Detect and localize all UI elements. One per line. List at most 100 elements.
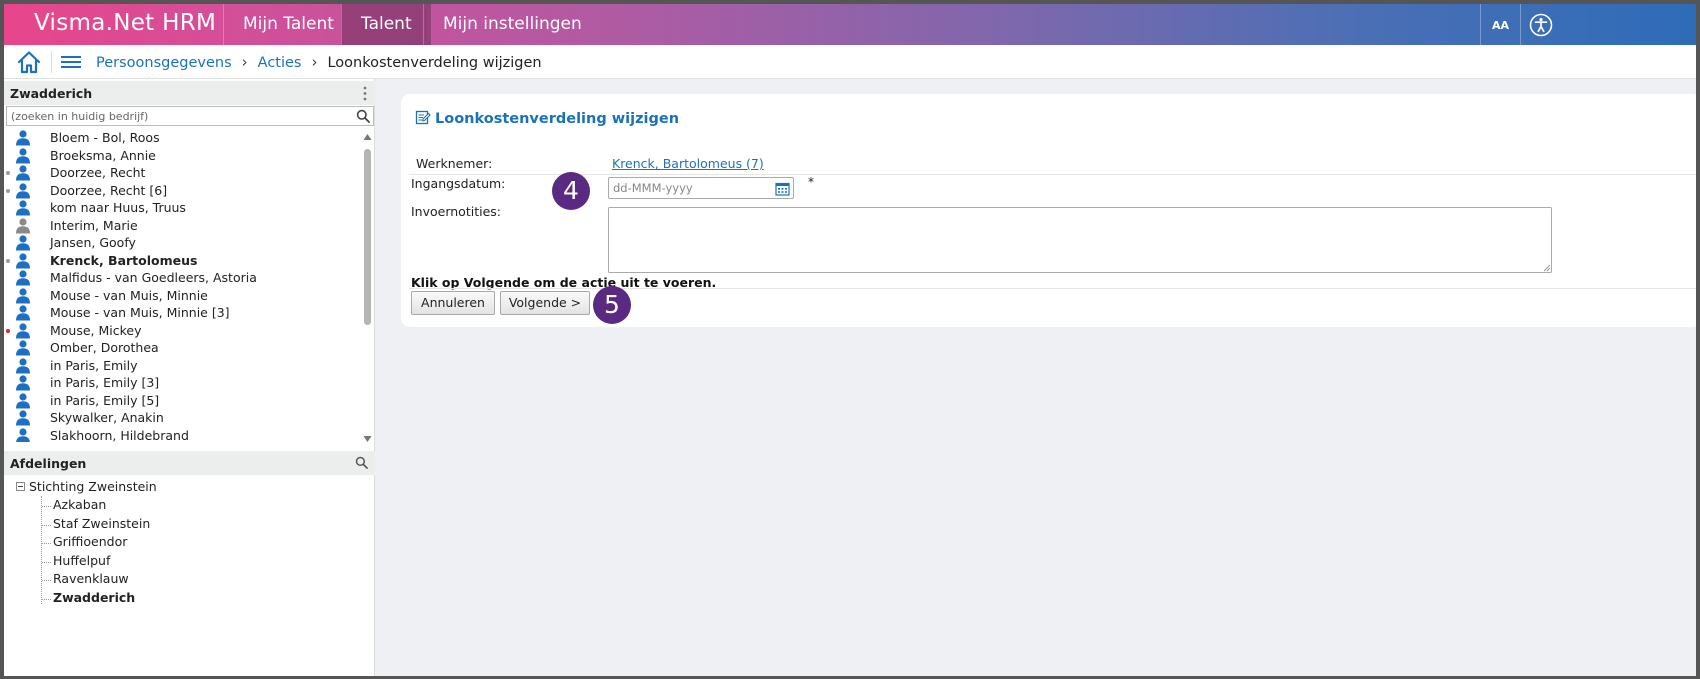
employee-name: Jansen, Goofy bbox=[50, 235, 136, 250]
person-icon bbox=[16, 147, 30, 163]
employee-list-scrollbar[interactable] bbox=[361, 131, 374, 445]
employee-name: kom naar Huus, Truus bbox=[50, 200, 186, 215]
employee-list-item[interactable]: Mouse, Mickey bbox=[4, 322, 360, 340]
breadcrumb: Persoonsgegevens › Acties › Loonkostenverdel… bbox=[96, 53, 542, 71]
status-dot bbox=[6, 258, 10, 263]
start-date-field bbox=[608, 177, 794, 199]
tree-node-huffelpuf[interactable]: Huffelpuf bbox=[41, 553, 110, 568]
top-navigation-bar: Visma.Net HRM Mijn Talent Talent Mijn in… bbox=[4, 4, 1696, 45]
accessibility-icon[interactable] bbox=[1520, 4, 1560, 45]
employee-list-item[interactable]: in Paris, Emily [3] bbox=[4, 374, 360, 392]
cancel-button[interactable]: Annuleren bbox=[411, 291, 495, 315]
person-icon bbox=[16, 392, 30, 408]
employee-name: Krenck, Bartolomeus bbox=[50, 252, 198, 268]
search-icon[interactable] bbox=[356, 109, 370, 123]
employee-list-item[interactable]: Jansen, Goofy bbox=[4, 234, 360, 252]
employee-list-item[interactable]: Krenck, Bartolomeus bbox=[4, 252, 360, 270]
start-date-label: Ingangsdatum: bbox=[411, 176, 506, 191]
employee-list-item[interactable]: Omber, Dorothea bbox=[4, 339, 360, 357]
person-icon bbox=[16, 427, 30, 442]
employee-list-item[interactable]: in Paris, Emily bbox=[4, 357, 360, 375]
employee-name: Doorzee, Recht [6] bbox=[50, 182, 168, 198]
employee-link[interactable]: Krenck, Bartolomeus (7) bbox=[612, 156, 764, 171]
page-title: Loonkostenverdeling wijzigen bbox=[415, 109, 679, 127]
employee-list-item[interactable]: Slakhoorn, Hildebrand bbox=[4, 427, 360, 443]
department-search-icon[interactable] bbox=[355, 456, 368, 469]
employee-name: in Paris, Emily bbox=[50, 357, 138, 373]
person-icon bbox=[16, 165, 30, 181]
tree-connector bbox=[41, 496, 42, 604]
next-button[interactable]: Volgende > bbox=[500, 291, 590, 315]
employee-list-item[interactable]: Mouse - van Muis, Minnie bbox=[4, 287, 360, 305]
required-marker: * bbox=[808, 175, 814, 189]
person-icon bbox=[16, 270, 30, 286]
person-icon bbox=[16, 130, 30, 146]
person-icon bbox=[16, 375, 30, 391]
person-icon bbox=[16, 287, 30, 303]
employee-list-item[interactable]: Malfidus - van Goedleers, Astoria bbox=[4, 269, 360, 287]
employee-list-item[interactable]: Doorzee, Recht [6] bbox=[4, 182, 360, 200]
employee-list-item[interactable]: Bloem - Bol, Roos bbox=[4, 129, 360, 147]
person-icon bbox=[16, 340, 30, 356]
employee-list-item[interactable]: Broeksma, Annie bbox=[4, 147, 360, 165]
calendar-icon[interactable] bbox=[775, 181, 790, 196]
notes-textarea[interactable] bbox=[608, 207, 1552, 273]
employees-panel-header: Zwadderich bbox=[4, 81, 375, 105]
departments-panel-header: Afdelingen bbox=[4, 451, 375, 475]
status-dot bbox=[6, 188, 10, 193]
tree-node-root[interactable]: Stichting Zweinstein bbox=[16, 479, 157, 494]
employee-name: Mouse - van Muis, Minnie [3] bbox=[50, 305, 230, 320]
employee-name: in Paris, Emily [3] bbox=[50, 375, 160, 390]
action-form-card: Loonkostenverdeling wijzigen Werknemer: … bbox=[401, 94, 1696, 327]
person-icon bbox=[16, 357, 30, 373]
employee-list-item[interactable]: kom naar Huus, Truus bbox=[4, 199, 360, 217]
employee-list-item[interactable]: Mouse - van Muis, Minnie [3] bbox=[4, 304, 360, 322]
employee-name: Interim, Marie bbox=[50, 217, 138, 233]
breadcrumb-current: Loonkostenverdeling wijzigen bbox=[327, 55, 542, 71]
employee-name: Mouse - van Muis, Minnie bbox=[50, 287, 208, 303]
breadcrumb-acties[interactable]: Acties bbox=[258, 55, 302, 71]
employee-list-item[interactable]: Skywalker, Anakin bbox=[4, 409, 360, 427]
tab-mijn-instellingen[interactable]: Mijn instellingen bbox=[423, 4, 601, 45]
person-icon bbox=[16, 235, 30, 251]
kebab-menu-icon[interactable] bbox=[363, 86, 367, 101]
tab-talent[interactable]: Talent bbox=[341, 4, 431, 45]
breadcrumb-bar: Persoonsgegevens › Acties › Loonkostenverdel… bbox=[4, 45, 1696, 79]
employee-list-item[interactable]: Interim, Marie bbox=[4, 217, 360, 235]
tree-node-griffioendor[interactable]: Griffioendor bbox=[41, 534, 127, 549]
employee-name: Slakhoorn, Hildebrand bbox=[50, 427, 189, 443]
text-size-label: AA bbox=[1491, 19, 1510, 32]
hamburger-menu-icon[interactable] bbox=[60, 54, 82, 70]
employee-list-item[interactable]: Doorzee, Recht bbox=[4, 164, 360, 182]
employees-panel-title: Zwadderich bbox=[10, 86, 93, 101]
employee-name: Broeksma, Annie bbox=[50, 147, 156, 163]
person-icon bbox=[16, 252, 30, 268]
departments-panel-title: Afdelingen bbox=[10, 456, 87, 471]
resize-handle-icon[interactable] bbox=[1541, 262, 1551, 272]
edit-document-icon bbox=[415, 110, 431, 125]
employee-name: in Paris, Emily [5] bbox=[50, 392, 160, 408]
start-date-input[interactable] bbox=[609, 178, 769, 198]
divider bbox=[51, 51, 52, 73]
tree-node-staf-zweinstein[interactable]: Staf Zweinstein bbox=[41, 516, 150, 531]
tab-mijn-talent[interactable]: Mijn Talent bbox=[223, 4, 353, 45]
text-size-icon[interactable]: AA bbox=[1480, 4, 1520, 45]
home-icon[interactable] bbox=[16, 49, 42, 75]
employee-search-input[interactable] bbox=[7, 107, 347, 125]
step-badge-5: 5 bbox=[593, 286, 631, 324]
breadcrumb-persoonsgegevens[interactable]: Persoonsgegevens bbox=[96, 55, 232, 71]
employee-list: Bloem - Bol, Roos Broeksma, Annie Doorzee,… bbox=[4, 127, 360, 442]
sidebar: Zwadderich Bloem - Bol, Roos Broeksma, An… bbox=[4, 79, 375, 676]
tree-node-ravenklauw[interactable]: Ravenklauw bbox=[42, 571, 129, 586]
app-title[interactable]: Visma.Net HRM bbox=[34, 10, 216, 36]
collapse-icon[interactable] bbox=[16, 482, 25, 491]
tree-node-zwadderich[interactable]: Zwadderich bbox=[41, 590, 135, 605]
breadcrumb-separator: › bbox=[241, 53, 248, 71]
employee-name: Mouse, Mickey bbox=[50, 322, 142, 338]
person-icon bbox=[16, 322, 30, 338]
employee-list-item[interactable]: in Paris, Emily [5] bbox=[4, 392, 360, 410]
person-icon bbox=[16, 217, 30, 233]
tree-node-azkaban[interactable]: Azkaban bbox=[41, 497, 106, 512]
employee-search bbox=[6, 106, 374, 126]
person-icon bbox=[16, 410, 30, 426]
